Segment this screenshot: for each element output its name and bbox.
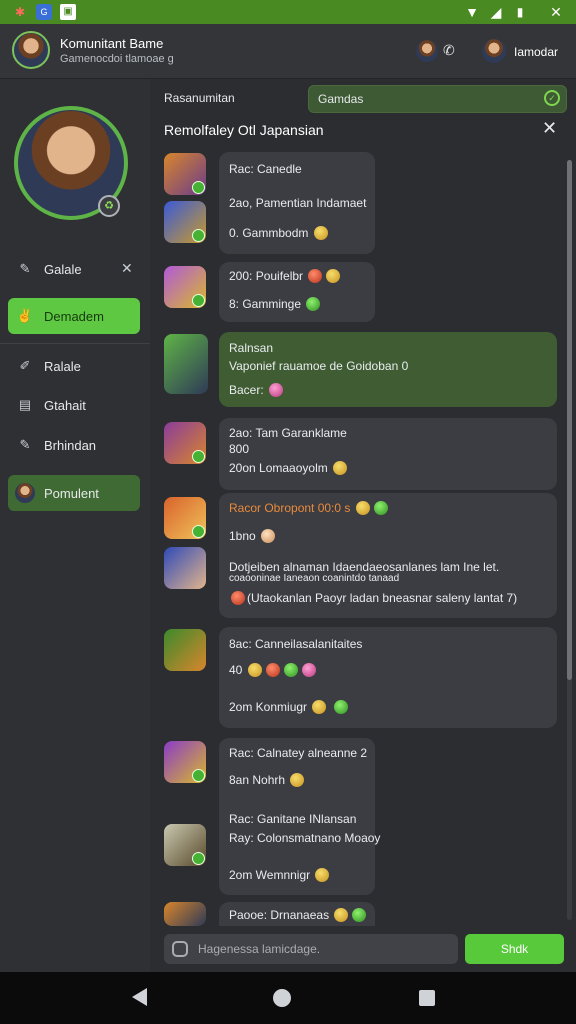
message-bubble[interactable]: 2ao: Tam Garanklame 800 20on Lomaaoyolm (219, 418, 557, 490)
message-line: 40 (229, 663, 318, 677)
home-icon[interactable] (273, 989, 291, 1007)
message-line: 2om Wemnnigr (229, 868, 331, 882)
system-nav-bar (0, 972, 576, 1024)
sidebar-item-pomulent[interactable]: Pomulent (8, 475, 140, 511)
header-avatar[interactable] (12, 31, 50, 69)
sidebar-item-label: Brhindan (44, 437, 97, 453)
message-bubble[interactable]: Racor Obropont 00:0 s 1bno Dotjeiben aln… (219, 493, 557, 618)
emoji-icon (313, 226, 328, 240)
message-line: 200: Pouifelbr (229, 269, 342, 283)
message-line: (Utaokanlan Paoyr ladan bneasnar saleny … (229, 591, 517, 605)
app-icon: G (36, 4, 52, 20)
message-line: Bacer: (229, 383, 285, 397)
call-icon[interactable]: ✆ (443, 42, 455, 59)
message-line: Vaponief rauamoe de Goidoban 0 (229, 359, 409, 373)
sidebar-item-gtahait[interactable]: ▤ Gtahait (8, 387, 140, 423)
sidebar-item-label: Pomulent (44, 485, 99, 501)
sidebar-item-label: Gtahait (44, 397, 86, 413)
recents-icon[interactable] (419, 990, 435, 1006)
message-avatar[interactable] (164, 266, 206, 308)
message-line: 2ao: Tam Garanklame (229, 426, 347, 440)
message-line: 1bno (229, 529, 277, 543)
message-line: coaooninae Ianeaon coanintdo tanaad (229, 573, 400, 584)
notification-icon: ✱ (14, 5, 26, 19)
close-icon[interactable]: ✕ (548, 4, 564, 20)
image-icon: ▣ (60, 4, 76, 20)
message-line: Rac: Ganitane INlansan (229, 812, 357, 826)
check-icon[interactable]: ✓ (544, 90, 560, 106)
back-icon[interactable] (132, 988, 147, 1006)
message-line: Rac: Canedle (229, 162, 302, 176)
attach-icon[interactable] (172, 941, 188, 957)
wifi-icon: ▼ (465, 4, 479, 20)
header-title: Komunitant Bame (60, 36, 164, 51)
message-bubble[interactable]: Rac: Canedle 2ao, Pamentian Indamaet 0. … (219, 152, 375, 254)
sidebar-item-ralale[interactable]: ✐ Ralale (8, 348, 140, 384)
pen-icon: ✐ (19, 358, 31, 373)
user-name[interactable]: Iamodar (514, 45, 558, 59)
status-badge: ♻ (98, 195, 120, 217)
message-bubble[interactable]: 8ac: Canneilasalanitaites 40 2om Konmiug… (219, 627, 557, 728)
message-line: Ralnsan (229, 341, 274, 355)
message-line: Dotjeiben alnaman Idaendaeosanlanes lam … (229, 560, 500, 574)
message-avatar[interactable] (164, 201, 206, 243)
sidebar-divider (0, 343, 150, 344)
pen-icon: ✎ (19, 437, 31, 452)
message-avatar[interactable] (164, 824, 206, 866)
sidebar-item-label: Demadem (44, 308, 104, 324)
message-avatar[interactable] (164, 334, 208, 394)
sidebar-close-icon[interactable]: ✕ (121, 260, 133, 277)
search-value: Gamdas (318, 92, 364, 106)
avatar-icon (14, 483, 36, 503)
search-input[interactable]: Gamdas ✓ (308, 85, 567, 113)
message-line: 2om Konmiugr (229, 700, 350, 714)
message-line: 20on Lomaaoyolm (229, 461, 349, 475)
message-avatar[interactable] (164, 497, 206, 539)
sidebar-item-label: Ralale (44, 358, 81, 374)
message-field[interactable] (196, 941, 450, 957)
scrollbar-thumb[interactable] (567, 160, 572, 680)
message-bubble-highlighted[interactable]: Ralnsan Vaponief rauamoe de Goidoban 0 B… (219, 332, 557, 407)
message-line: 2ao, Pamentian Indamaet (229, 196, 367, 210)
battery-icon: ▮ (516, 5, 524, 19)
message-avatar[interactable] (164, 547, 206, 589)
sidebar-item-demadem[interactable]: ✌ Demadem (8, 298, 140, 334)
send-button[interactable]: Shdk (465, 934, 564, 964)
signal-icon: ◢ (490, 4, 502, 20)
message-line: 0. Gammbodm (229, 226, 330, 240)
sidebar-item-label: Galale (44, 261, 82, 277)
header-subtitle: Gamenocdoi tlamoae g (60, 53, 174, 65)
message-line: Rac: Calnatey alneanne 2 (229, 746, 368, 760)
sidebar-item-brhindan[interactable]: ✎ Brhindan (8, 427, 140, 463)
message-bubble[interactable]: 200: Pouifelbr 8: Gamminge (219, 262, 375, 322)
close-room-icon[interactable]: ✕ (542, 118, 557, 139)
message-line: 8an Nohrh (229, 773, 306, 787)
message-line: Paooe: Drnanaeas (229, 908, 368, 922)
status-bar: ✱ G ▣ ▼ ◢ ▮ ✕ (0, 0, 576, 24)
message-line: Racor Obropont 00:0 s (229, 501, 390, 515)
message-avatar[interactable] (164, 422, 206, 464)
message-bubble[interactable]: Rac: Calnatey alneanne 2 8an Nohrh Rac: … (219, 738, 380, 895)
board-icon: ▤ (18, 397, 32, 412)
contact-avatar[interactable] (416, 40, 438, 62)
wave-icon: ✌ (16, 308, 34, 323)
search-label: Rasanumitan (164, 91, 235, 105)
message-line: 8ac: Canneilasalanitaites (229, 637, 363, 651)
message-avatar[interactable] (164, 629, 206, 671)
message-input[interactable] (164, 934, 458, 964)
pen-icon: ✎ (19, 261, 31, 276)
room-title: Remolfaley Otl Japansian (164, 122, 324, 138)
message-line: 800 (229, 442, 250, 456)
user-avatar[interactable] (482, 39, 506, 63)
message-avatar[interactable] (164, 741, 206, 783)
message-avatar[interactable] (164, 153, 206, 195)
message-avatar[interactable] (164, 902, 206, 926)
message-line: Ray: Colonsmatnano Moaoy (229, 831, 381, 845)
message-line: 8: Gamminge (229, 297, 322, 311)
message-bubble[interactable]: Paooe: Drnanaeas (219, 902, 375, 926)
